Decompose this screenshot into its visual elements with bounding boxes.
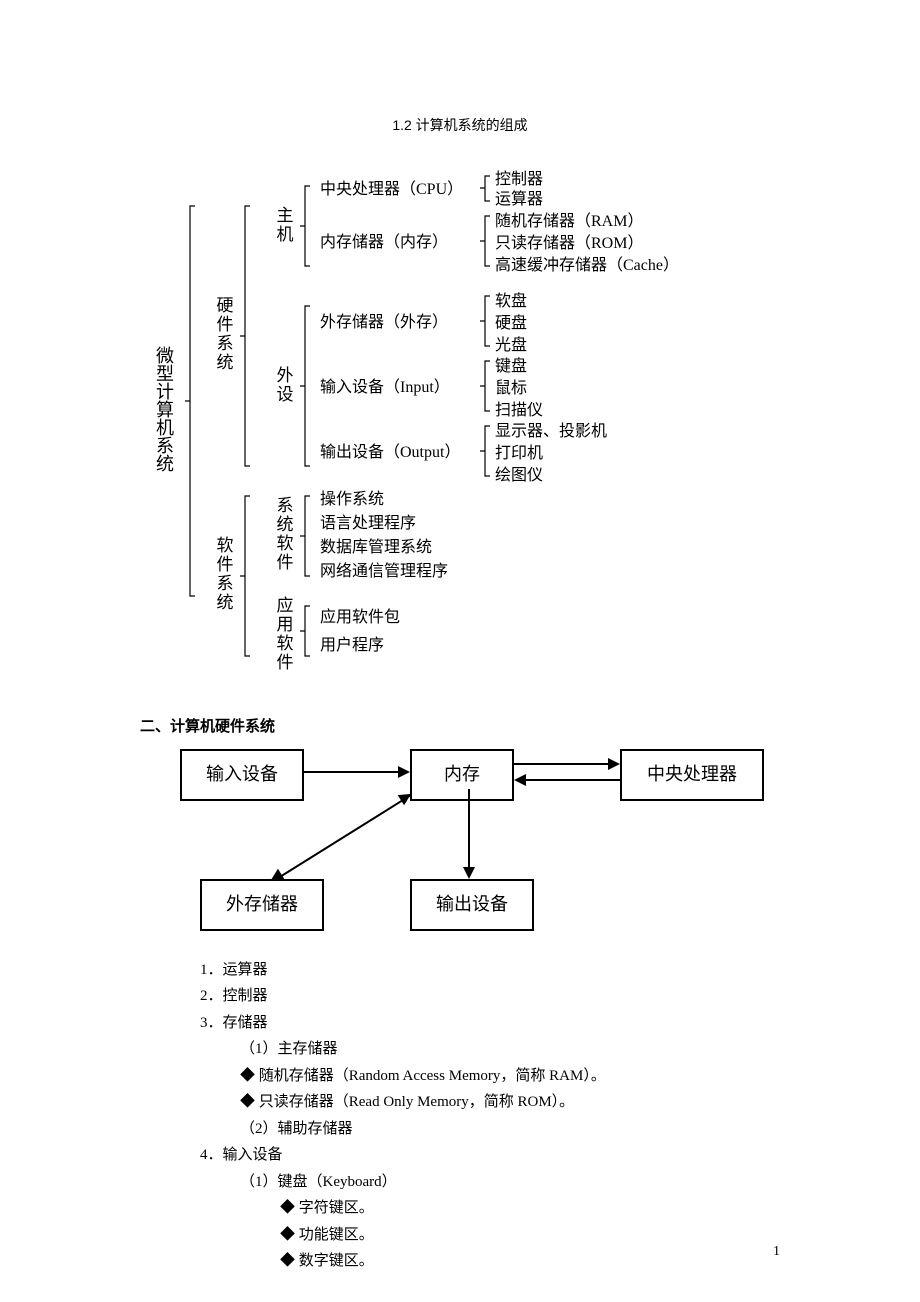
arrow-line bbox=[274, 794, 411, 880]
arrow-head-right-icon bbox=[608, 758, 620, 770]
list-item: 3．存储器 bbox=[200, 1012, 780, 1035]
tree-sys-d: 网络通信管理程序 bbox=[320, 560, 448, 584]
list-item: ◆ 字符键区。 bbox=[280, 1197, 780, 1220]
tree-hardware: 硬件系统 bbox=[210, 296, 236, 372]
tree-mem: 内存储器（内存） bbox=[320, 231, 448, 255]
list-item: ◆ 功能键区。 bbox=[280, 1224, 780, 1247]
flow-input-device: 输入设备 bbox=[180, 749, 304, 801]
arrow-head-left-icon bbox=[514, 774, 526, 786]
list-item: ◆ 数字键区。 bbox=[280, 1250, 780, 1273]
flow-ext-storage: 外存储器 bbox=[200, 879, 324, 931]
arrow-head-down-icon bbox=[463, 867, 475, 879]
tree-out: 输出设备（Output） bbox=[320, 441, 460, 465]
arrow-line bbox=[526, 779, 620, 781]
tree-ext-b: 硬盘 bbox=[495, 312, 527, 336]
tree-mem-a: 随机存储器（RAM） bbox=[495, 210, 643, 234]
list-item: ◆ 随机存储器（Random Access Memory，简称 RAM）。 bbox=[240, 1065, 780, 1088]
content-list: 1．运算器 2．控制器 3．存储器 （1）主存储器 ◆ 随机存储器（Random… bbox=[200, 959, 780, 1273]
arrow-head-right-icon bbox=[398, 766, 410, 778]
tree-periph: 外设 bbox=[270, 366, 296, 404]
list-item: 2．控制器 bbox=[200, 985, 780, 1008]
page-title: 1.2 计算机系统的组成 bbox=[140, 115, 780, 136]
tree-ext: 外存储器（外存） bbox=[320, 311, 448, 335]
tree-app-a: 应用软件包 bbox=[320, 606, 400, 630]
arrow-line bbox=[304, 771, 398, 773]
tree-sys-b: 语言处理程序 bbox=[320, 512, 416, 536]
tree-sys-a: 操作系统 bbox=[320, 488, 384, 512]
tree-mem-c: 高速缓冲存储器（Cache） bbox=[495, 254, 679, 278]
tree-host: 主机 bbox=[270, 206, 296, 244]
tree-ext-a: 软盘 bbox=[495, 290, 527, 314]
tree-inp-a: 键盘 bbox=[495, 355, 527, 379]
tree-inp-b: 鼠标 bbox=[495, 377, 527, 401]
page: 1.2 计算机系统的组成 bbox=[0, 0, 920, 1302]
list-item: 1．运算器 bbox=[200, 959, 780, 982]
list-item: ◆ 只读存储器（Read Only Memory，简称 ROM）。 bbox=[240, 1091, 780, 1114]
page-number: 1 bbox=[773, 1241, 780, 1262]
tree-sys-sw: 系统软件 bbox=[270, 496, 296, 572]
list-item: （1）主存储器 bbox=[240, 1038, 780, 1061]
flow-memory: 内存 bbox=[410, 749, 514, 801]
arrow-line bbox=[468, 789, 470, 867]
tree-out-a: 显示器、投影机 bbox=[495, 420, 607, 444]
tree-diagram: 微型计算机系统 硬件系统 软件系统 主机 外设 系统软件 应用软件 中央处理器（… bbox=[140, 166, 780, 686]
tree-root: 微型计算机系统 bbox=[150, 346, 177, 472]
section-2-heading: 二、计算机硬件系统 bbox=[140, 716, 780, 739]
tree-app-sw: 应用软件 bbox=[270, 596, 296, 672]
arrow-line bbox=[514, 763, 608, 765]
tree-mem-b: 只读存储器（ROM） bbox=[495, 232, 643, 256]
flow-cpu: 中央处理器 bbox=[620, 749, 764, 801]
tree-sys-c: 数据库管理系统 bbox=[320, 536, 432, 560]
tree-app-b: 用户程序 bbox=[320, 634, 384, 658]
tree-inp: 输入设备（Input） bbox=[320, 376, 450, 400]
list-item: （2）辅助存储器 bbox=[240, 1118, 780, 1141]
list-item: 4．输入设备 bbox=[200, 1144, 780, 1167]
tree-cpu: 中央处理器（CPU） bbox=[320, 178, 463, 202]
list-item: （1）键盘（Keyboard） bbox=[240, 1171, 780, 1194]
flow-output-device: 输出设备 bbox=[410, 879, 534, 931]
tree-cpu-b: 运算器 bbox=[495, 188, 543, 212]
tree-out-c: 绘图仪 bbox=[495, 464, 543, 488]
tree-brackets-svg bbox=[140, 166, 780, 686]
flow-diagram: 输入设备 内存 中央处理器 外存储器 输出设备 bbox=[180, 749, 800, 939]
tree-out-b: 打印机 bbox=[495, 442, 543, 466]
tree-software: 软件系统 bbox=[210, 536, 236, 612]
